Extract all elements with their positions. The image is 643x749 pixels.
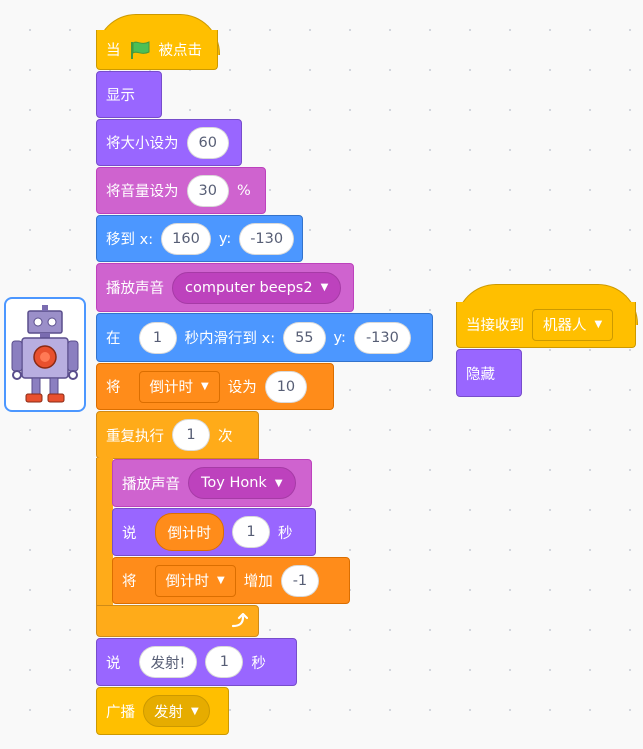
goto-x-input[interactable]: 160 bbox=[161, 222, 211, 255]
change-variable-block[interactable]: 将 倒计时 ▼ 增加 -1 bbox=[112, 557, 350, 604]
countdown-variable-reporter[interactable]: 倒计时 bbox=[154, 513, 224, 551]
set-variable-block[interactable]: 将 倒计时 ▼ 设为 10 bbox=[96, 363, 334, 410]
set-size-block[interactable]: 将大小设为 60 bbox=[96, 119, 242, 166]
play-sound-block[interactable]: 播放声音 computer beeps2 ▼ bbox=[96, 263, 354, 312]
receive-message-dropdown[interactable]: 机器人 ▼ bbox=[532, 308, 614, 341]
green-flag-icon bbox=[130, 40, 149, 59]
repeat-times-input[interactable]: 1 bbox=[172, 419, 210, 451]
robot-sprite-icon bbox=[11, 305, 79, 403]
hide-block[interactable]: 隐藏 bbox=[456, 349, 522, 397]
chevron-down-icon: ▼ bbox=[274, 477, 283, 489]
repeat-block-bottom bbox=[96, 605, 259, 637]
glide-secs-input[interactable]: 1 bbox=[138, 321, 177, 354]
chevron-down-icon: ▼ bbox=[191, 705, 199, 717]
repeat-block-arm bbox=[96, 458, 113, 608]
sprite-thumbnail[interactable] bbox=[4, 297, 86, 412]
when-flag-clicked-block[interactable]: 当 被点击 bbox=[96, 30, 218, 70]
set-variable-value-input[interactable]: 10 bbox=[264, 370, 308, 403]
volume-input[interactable]: 30 bbox=[186, 174, 229, 207]
say-secs-input[interactable]: 1 bbox=[232, 516, 270, 548]
glide-block[interactable]: 在 1 秒内滑行到 x: 55 y: -130 bbox=[96, 313, 433, 362]
size-input[interactable]: 60 bbox=[186, 126, 229, 159]
goto-y-input[interactable]: -130 bbox=[239, 222, 294, 255]
say-text-for-secs-block[interactable]: 说 发射! 1 秒 bbox=[96, 638, 297, 686]
change-variable-dropdown[interactable]: 倒计时 ▼ bbox=[154, 564, 236, 597]
inner-sound-dropdown[interactable]: Toy Honk ▼ bbox=[188, 467, 296, 499]
show-block[interactable]: 显示 bbox=[96, 71, 162, 118]
chevron-down-icon: ▼ bbox=[594, 319, 603, 330]
set-volume-block[interactable]: 将音量设为 30 % bbox=[96, 167, 266, 214]
chevron-down-icon: ▼ bbox=[217, 575, 225, 586]
repeat-arrow-icon bbox=[231, 613, 248, 628]
when-receive-block[interactable]: 当接收到 机器人 ▼ bbox=[456, 302, 636, 348]
variable-dropdown[interactable]: 倒计时 ▼ bbox=[138, 370, 220, 403]
broadcast-message-dropdown[interactable]: 发射 ▼ bbox=[143, 695, 210, 727]
chevron-down-icon: ▼ bbox=[320, 282, 329, 293]
say-for-secs-block[interactable]: 说 倒计时 1 秒 bbox=[112, 508, 316, 556]
repeat-block[interactable]: 重复执行 1 次 bbox=[96, 411, 259, 459]
broadcast-block[interactable]: 广播 发射 ▼ bbox=[96, 687, 229, 735]
goto-xy-block[interactable]: 移到 x: 160 y: -130 bbox=[96, 215, 303, 262]
say-text-input[interactable]: 发射! bbox=[138, 646, 198, 678]
glide-x-input[interactable]: 55 bbox=[283, 321, 326, 354]
inner-play-sound-block[interactable]: 播放声音 Toy Honk ▼ bbox=[112, 459, 312, 507]
sound-dropdown[interactable]: computer beeps2 ▼ bbox=[172, 271, 342, 304]
chevron-down-icon: ▼ bbox=[201, 381, 209, 392]
say-after-secs-input[interactable]: 1 bbox=[205, 646, 244, 678]
change-variable-value-input[interactable]: -1 bbox=[280, 564, 320, 597]
glide-y-input[interactable]: -130 bbox=[353, 321, 411, 354]
